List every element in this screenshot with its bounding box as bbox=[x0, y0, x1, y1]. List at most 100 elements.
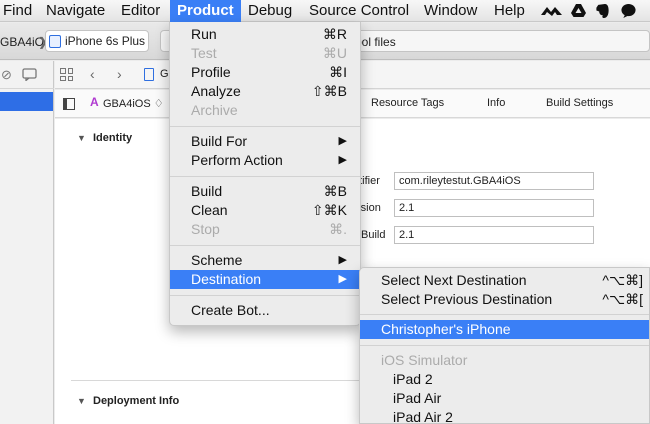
menu-item-label: Select Next Destination bbox=[381, 272, 527, 288]
menu-item-label: Analyze bbox=[191, 83, 241, 99]
build-field[interactable]: 2.1 bbox=[394, 226, 594, 244]
navigator-header: ⊘ bbox=[0, 61, 54, 89]
menu-section-label: iOS Simulator bbox=[381, 352, 468, 368]
menu-help[interactable]: Help bbox=[494, 0, 525, 22]
menu-item-perform-action[interactable]: Perform Action ▶ bbox=[170, 151, 360, 170]
comment-icon[interactable] bbox=[22, 68, 37, 81]
menu-item-label: Scheme bbox=[191, 252, 243, 268]
menu-item-label: Select Previous Destination bbox=[381, 291, 553, 307]
menu-editor[interactable]: Editor bbox=[121, 0, 160, 22]
google-drive-icon[interactable] bbox=[570, 3, 587, 19]
menu-item-ipad-air-2[interactable]: iPad Air 2 bbox=[360, 408, 649, 424]
menu-item-label: Profile bbox=[191, 64, 231, 80]
submenu-arrow-icon: ▶ bbox=[338, 135, 347, 147]
menu-debug[interactable]: Debug bbox=[248, 0, 292, 22]
shortcut-label: ^⌥⌘[ bbox=[602, 291, 643, 307]
evernote-icon[interactable] bbox=[595, 3, 610, 19]
menu-item-archive: Archive bbox=[170, 101, 360, 120]
warning-filter-icon[interactable]: ⊘ bbox=[1, 67, 12, 83]
menu-item-create-bot[interactable]: Create Bot... bbox=[170, 301, 360, 320]
destination-label: iPhone 6s Plus bbox=[65, 34, 146, 48]
shortcut-label: ⌘U bbox=[322, 45, 347, 61]
product-menu: Run ⌘R Test ⌘U Profile ⌘I Analyze ⇧⌘B Ar… bbox=[169, 22, 361, 326]
binoculars-icon[interactable] bbox=[540, 3, 564, 19]
sidebar-toggle-icon[interactable] bbox=[63, 98, 75, 110]
project-file-icon bbox=[144, 68, 154, 81]
menu-item-label: iPad 2 bbox=[393, 371, 433, 387]
navigator-pane: ⊘ bbox=[0, 61, 54, 424]
version-field[interactable]: 2.1 bbox=[394, 199, 594, 217]
menu-find[interactable]: Find bbox=[3, 0, 32, 22]
menu-item-profile[interactable]: Profile ⌘I bbox=[170, 63, 360, 82]
chat-bubble-icon[interactable] bbox=[620, 3, 637, 19]
tab-info[interactable]: Info bbox=[487, 97, 505, 109]
menu-separator bbox=[170, 176, 360, 177]
disclosure-triangle-icon[interactable]: ▼ bbox=[77, 133, 86, 143]
menu-item-christophers-iphone[interactable]: Christopher's iPhone bbox=[360, 320, 649, 339]
menu-item-clean[interactable]: Clean ⇧⌘K bbox=[170, 201, 360, 220]
navigator-selected-row[interactable] bbox=[0, 92, 53, 111]
menu-item-select-next-destination[interactable]: Select Next Destination ^⌥⌘] bbox=[360, 271, 649, 290]
shortcut-label: ⌘B bbox=[323, 183, 347, 199]
menu-item-scheme[interactable]: Scheme ▶ bbox=[170, 251, 360, 270]
app-target-icon: A bbox=[90, 95, 99, 109]
menu-item-label: iPad Air bbox=[393, 390, 442, 406]
submenu-arrow-icon: ▶ bbox=[338, 154, 347, 166]
menu-item-label: Stop bbox=[191, 221, 220, 237]
menu-window[interactable]: Window bbox=[424, 0, 477, 22]
menu-bar: Find Navigate Editor Product Debug Sourc… bbox=[0, 0, 650, 22]
disclosure-triangle-icon[interactable]: ▼ bbox=[77, 396, 86, 406]
submenu-arrow-icon: ▶ bbox=[338, 273, 347, 285]
menu-section-ios-simulator: iOS Simulator bbox=[360, 351, 649, 370]
shortcut-label: ⌘. bbox=[329, 221, 347, 237]
target-selector[interactable]: GBA4iOS ♢ bbox=[103, 97, 164, 110]
menu-item-label: Build bbox=[191, 183, 223, 199]
menu-item-build[interactable]: Build ⌘B bbox=[170, 182, 360, 201]
menu-item-label: iPad Air 2 bbox=[393, 409, 453, 424]
menu-separator bbox=[360, 345, 649, 346]
tab-resource-tags[interactable]: Resource Tags bbox=[371, 97, 444, 109]
shortcut-label: ⌘I bbox=[329, 64, 347, 80]
menu-separator bbox=[360, 314, 649, 315]
menu-separator bbox=[170, 126, 360, 127]
shortcut-label: ^⌥⌘] bbox=[602, 272, 643, 288]
section-title-deployment-info: Deployment Info bbox=[93, 395, 180, 407]
destination-selector[interactable]: iPhone 6s Plus bbox=[45, 30, 149, 52]
breadcrumb[interactable]: G bbox=[160, 68, 169, 80]
menu-item-label: Destination bbox=[191, 271, 262, 287]
menu-item-label: Clean bbox=[191, 202, 228, 218]
menu-item-label: Build For bbox=[191, 133, 248, 149]
menu-item-ipad-air[interactable]: iPad Air bbox=[360, 389, 649, 408]
shortcut-label: ⇧⌘B bbox=[311, 83, 347, 99]
menu-item-label: Create Bot... bbox=[191, 302, 270, 318]
forward-arrow-icon[interactable]: › bbox=[117, 66, 122, 82]
back-arrow-icon[interactable]: ‹ bbox=[90, 66, 95, 82]
submenu-arrow-icon: ▶ bbox=[338, 254, 347, 266]
menu-item-label: Test bbox=[191, 45, 217, 61]
menu-item-analyze[interactable]: Analyze ⇧⌘B bbox=[170, 82, 360, 101]
menu-item-run[interactable]: Run ⌘R bbox=[170, 25, 360, 44]
menu-separator bbox=[170, 245, 360, 246]
tab-build-settings[interactable]: Build Settings bbox=[546, 97, 613, 109]
menu-item-label: Archive bbox=[191, 102, 238, 118]
menu-item-label: Christopher's iPhone bbox=[381, 321, 511, 337]
menu-separator bbox=[170, 295, 360, 296]
build-label: Build bbox=[361, 229, 386, 241]
menu-item-label: Perform Action bbox=[191, 152, 283, 168]
menu-item-select-previous-destination[interactable]: Select Previous Destination ^⌥⌘[ bbox=[360, 290, 649, 309]
activity-status-text: bol files bbox=[355, 35, 396, 49]
destination-submenu: Select Next Destination ^⌥⌘] Select Prev… bbox=[359, 267, 650, 424]
menu-item-ipad-2[interactable]: iPad 2 bbox=[360, 370, 649, 389]
menu-item-test: Test ⌘U bbox=[170, 44, 360, 63]
shortcut-label: ⌘R bbox=[322, 26, 347, 42]
bundle-identifier-field[interactable]: com.rileytestut.GBA4iOS bbox=[394, 172, 594, 190]
related-items-icon[interactable] bbox=[60, 68, 73, 81]
menu-source-control[interactable]: Source Control bbox=[309, 0, 409, 22]
menu-item-build-for[interactable]: Build For ▶ bbox=[170, 132, 360, 151]
shortcut-label: ⇧⌘K bbox=[311, 202, 347, 218]
menu-item-label: Run bbox=[191, 26, 217, 42]
menu-item-destination[interactable]: Destination ▶ bbox=[170, 270, 360, 289]
menu-product[interactable]: Product bbox=[170, 0, 241, 22]
menu-navigate[interactable]: Navigate bbox=[46, 0, 105, 22]
menu-item-stop: Stop ⌘. bbox=[170, 220, 360, 239]
